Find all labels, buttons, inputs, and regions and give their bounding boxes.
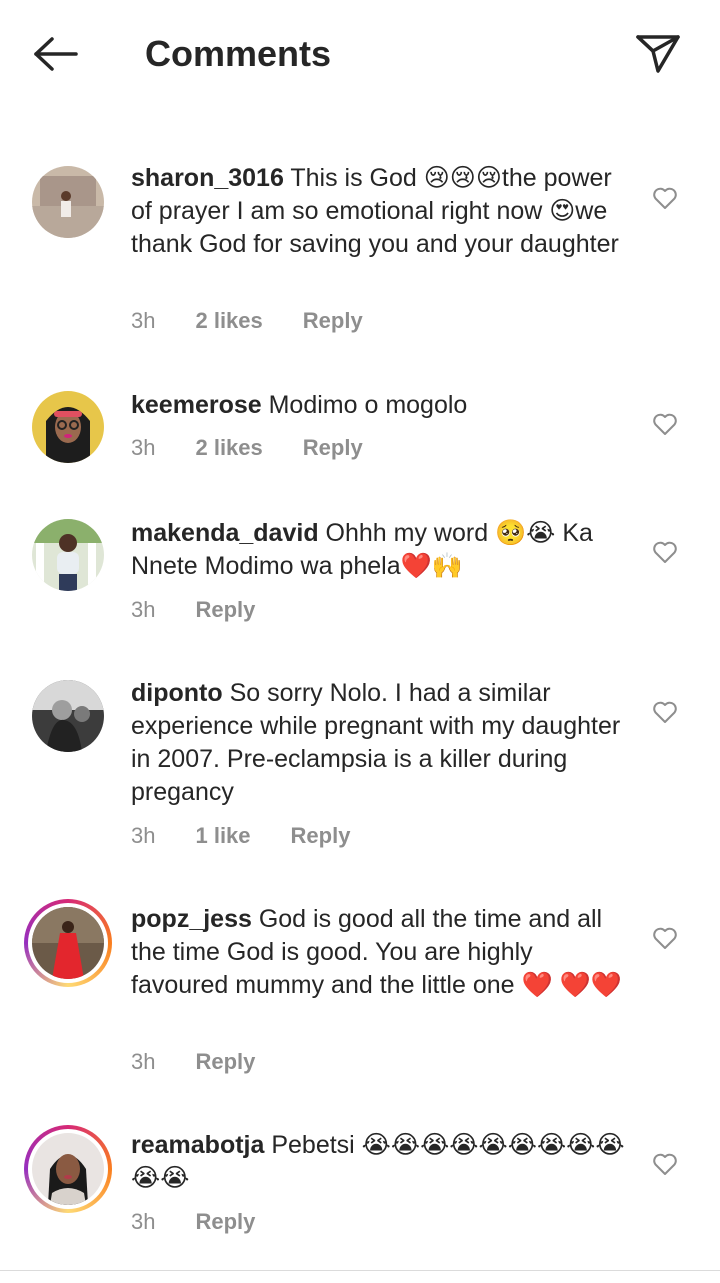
arrow-left-icon xyxy=(34,37,78,71)
avatar[interactable] xyxy=(32,519,104,591)
comment-text: makenda_david Ohhh my word 🥺😭 Ka Nnete M… xyxy=(131,517,631,583)
comment-time: 3h xyxy=(131,1209,156,1234)
comment-username[interactable]: sharon_3016 xyxy=(131,164,284,192)
avatar[interactable] xyxy=(32,391,104,463)
heart-icon[interactable] xyxy=(652,412,678,436)
back-button[interactable] xyxy=(28,30,84,78)
paper-plane-icon xyxy=(636,35,680,73)
heart-icon[interactable] xyxy=(652,1152,678,1176)
page-title: Comments xyxy=(145,33,332,74)
avatar-photo xyxy=(32,907,104,979)
comment-time: 3h xyxy=(131,435,156,460)
comment-meta: 3h 2 likes Reply xyxy=(131,435,363,461)
comment-text: popz_jess God is good all the time and a… xyxy=(131,903,631,1002)
comment-meta: 3h Reply xyxy=(131,1209,255,1235)
avatar[interactable] xyxy=(32,680,104,752)
comment-username[interactable]: makenda_david xyxy=(131,519,319,547)
comment-likes[interactable]: 2 likes xyxy=(195,308,262,334)
comment-username[interactable]: popz_jess xyxy=(131,905,252,933)
heart-icon[interactable] xyxy=(652,926,678,950)
story-ring xyxy=(28,1129,108,1209)
reply-button[interactable]: Reply xyxy=(195,1049,255,1075)
avatar[interactable] xyxy=(32,166,104,238)
comment-meta: 3h 1 like Reply xyxy=(131,823,350,849)
reply-button[interactable]: Reply xyxy=(291,823,351,849)
heart-icon[interactable] xyxy=(652,186,678,210)
reply-button[interactable]: Reply xyxy=(303,435,363,461)
comment-meta: 3h Reply xyxy=(131,1049,255,1075)
reply-button[interactable]: Reply xyxy=(303,308,363,334)
comments-header: Comments xyxy=(0,0,720,110)
comment-username[interactable]: keemerose xyxy=(131,391,262,419)
reply-button[interactable]: Reply xyxy=(195,1209,255,1235)
heart-icon[interactable] xyxy=(652,700,678,724)
comment-text: sharon_3016 This is God 😢😢😢the power of … xyxy=(131,162,631,261)
comment-username[interactable]: reamabotja xyxy=(131,1131,264,1159)
comment-likes[interactable]: 2 likes xyxy=(195,435,262,461)
comment-time: 3h xyxy=(131,308,156,333)
comment-meta: 3h 2 likes Reply xyxy=(131,308,363,334)
comment-time: 3h xyxy=(131,597,156,622)
comment-likes[interactable]: 1 like xyxy=(195,823,250,849)
comment-text: keemerose Modimo o mogolo xyxy=(131,389,631,422)
reply-button[interactable]: Reply xyxy=(195,597,255,623)
divider xyxy=(0,1270,720,1271)
comment-meta: 3h Reply xyxy=(131,597,255,623)
avatar[interactable] xyxy=(24,899,112,987)
heart-icon[interactable] xyxy=(652,540,678,564)
comment-time: 3h xyxy=(131,823,156,848)
story-ring xyxy=(28,903,108,983)
comment-username[interactable]: diponto xyxy=(131,679,223,707)
comment-time: 3h xyxy=(131,1049,156,1074)
avatar-photo xyxy=(32,1133,104,1205)
share-button[interactable] xyxy=(628,28,688,80)
comment-text: reamabotja Pebetsi 😭😭😭😭😭😭😭😭😭😭😭 xyxy=(131,1129,631,1195)
avatar[interactable] xyxy=(24,1125,112,1213)
comment-body: Modimo o mogolo xyxy=(268,391,468,419)
comment-text: diponto So sorry Nolo. I had a similar e… xyxy=(131,677,631,809)
